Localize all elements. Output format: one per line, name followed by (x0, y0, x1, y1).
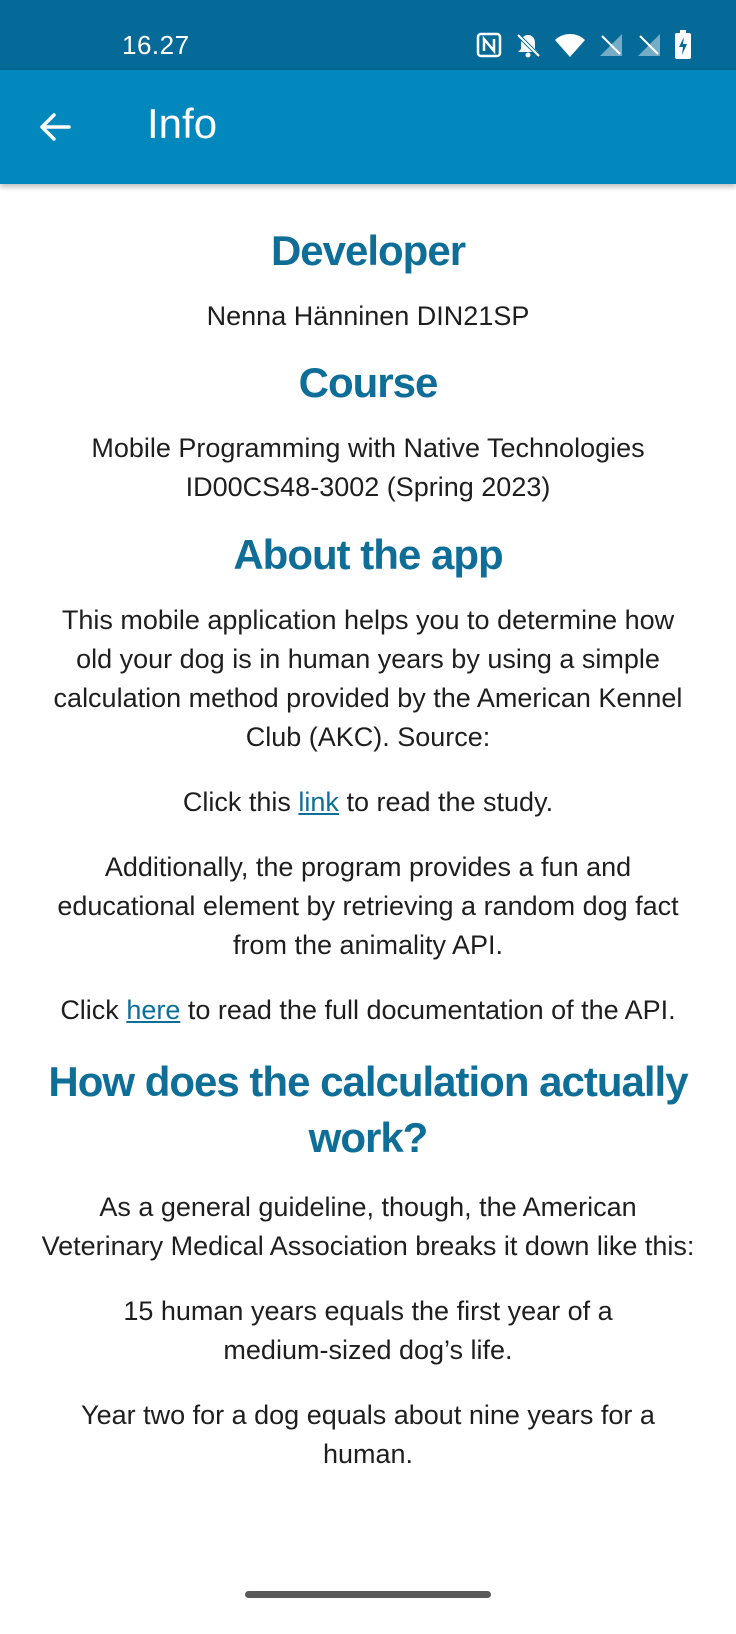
status-time: 16.27 (122, 30, 190, 60)
course-name: Mobile Programming with Native Technolog… (91, 433, 645, 463)
home-indicator[interactable] (245, 1591, 491, 1598)
course-code: ID00CS48-3002 (Spring 2023) (185, 472, 551, 502)
fact-text: Additionally, the program provides a fun… (57, 852, 679, 960)
study-link[interactable]: link (298, 787, 339, 817)
nfc-icon (476, 32, 502, 58)
status-icons (476, 30, 692, 60)
developer-heading: Developer (270, 227, 466, 274)
status-bar: 16.27 (0, 0, 736, 70)
developer-text: Nenna Hänninen DIN21SP (206, 301, 530, 331)
docs-link-text: Click here to read the full documentatio… (40, 991, 696, 1030)
study-link-suffix: to read the study. (338, 787, 554, 817)
signal-sim1-icon (598, 32, 624, 58)
about-heading: About the app (233, 531, 503, 578)
course-text: Mobile Programming with Native Technolog… (40, 429, 696, 507)
study-link-text: Click this link to read the study. (40, 783, 696, 822)
battery-charging-icon (674, 30, 692, 60)
bell-off-icon (514, 31, 542, 59)
wifi-icon (554, 32, 586, 58)
calculation-text: As a general guideline, though, the Amer… (41, 1192, 695, 1261)
navigation-bar (0, 1559, 736, 1634)
rule-second-year: Year two for a dog equals about nine yea… (81, 1400, 655, 1469)
app-bar: Info (0, 70, 736, 184)
study-link-prefix: Click this (182, 787, 299, 817)
rule-first-year: 15 human years equals the first year of … (123, 1296, 613, 1365)
course-heading: Course (298, 359, 439, 406)
about-text: This mobile application helps you to det… (53, 605, 683, 752)
docs-link-prefix: Click (60, 995, 127, 1025)
page-title: Info (147, 100, 218, 147)
calculation-heading: How does the calculation actually work? (48, 1058, 688, 1161)
arrow-left-icon (40, 113, 71, 141)
docs-link-suffix: to read the full documentation of the AP… (180, 995, 676, 1025)
info-content[interactable]: Developer Nenna Hänninen DIN21SP Course … (0, 184, 736, 1559)
signal-sim2-icon (636, 32, 662, 58)
docs-link[interactable]: here (126, 995, 180, 1025)
back-button[interactable] (30, 102, 80, 152)
